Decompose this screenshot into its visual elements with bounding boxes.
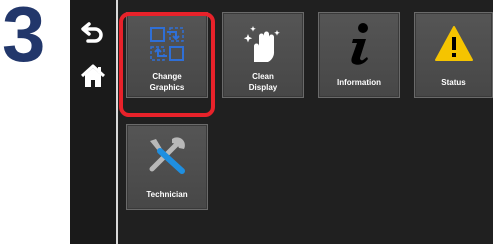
navigation-rail bbox=[70, 0, 116, 244]
technician-label: Technician bbox=[146, 190, 188, 199]
back-arrow-icon bbox=[81, 22, 103, 43]
status-tile[interactable]: Status bbox=[414, 12, 493, 98]
change-graphics-icon bbox=[150, 27, 184, 61]
technician-tile[interactable]: Technician bbox=[126, 124, 208, 210]
clean-display-icon bbox=[243, 26, 280, 62]
information-icon bbox=[351, 23, 368, 65]
instruction-figure: 3 Change Graphics Clean Display Informat… bbox=[0, 0, 493, 244]
change-graphics-tile[interactable]: Change Graphics bbox=[126, 12, 208, 98]
back-button[interactable] bbox=[78, 18, 108, 46]
home-icon bbox=[80, 64, 106, 87]
step-number: 3 bbox=[2, 0, 45, 78]
menu-panel: Change Graphics Clean Display Informatio… bbox=[118, 0, 493, 244]
clean-display-tile[interactable]: Clean Display bbox=[222, 12, 304, 98]
information-label: Information bbox=[337, 78, 381, 87]
clean-display-label: Clean Display bbox=[248, 72, 278, 92]
information-tile[interactable]: Information bbox=[318, 12, 400, 98]
change-graphics-label: Change Graphics bbox=[149, 72, 185, 92]
status-label: Status bbox=[441, 78, 466, 87]
home-button[interactable] bbox=[78, 62, 108, 90]
warning-icon bbox=[434, 26, 473, 61]
device-screen: Change Graphics Clean Display Informatio… bbox=[70, 0, 493, 244]
tools-icon bbox=[149, 137, 185, 174]
